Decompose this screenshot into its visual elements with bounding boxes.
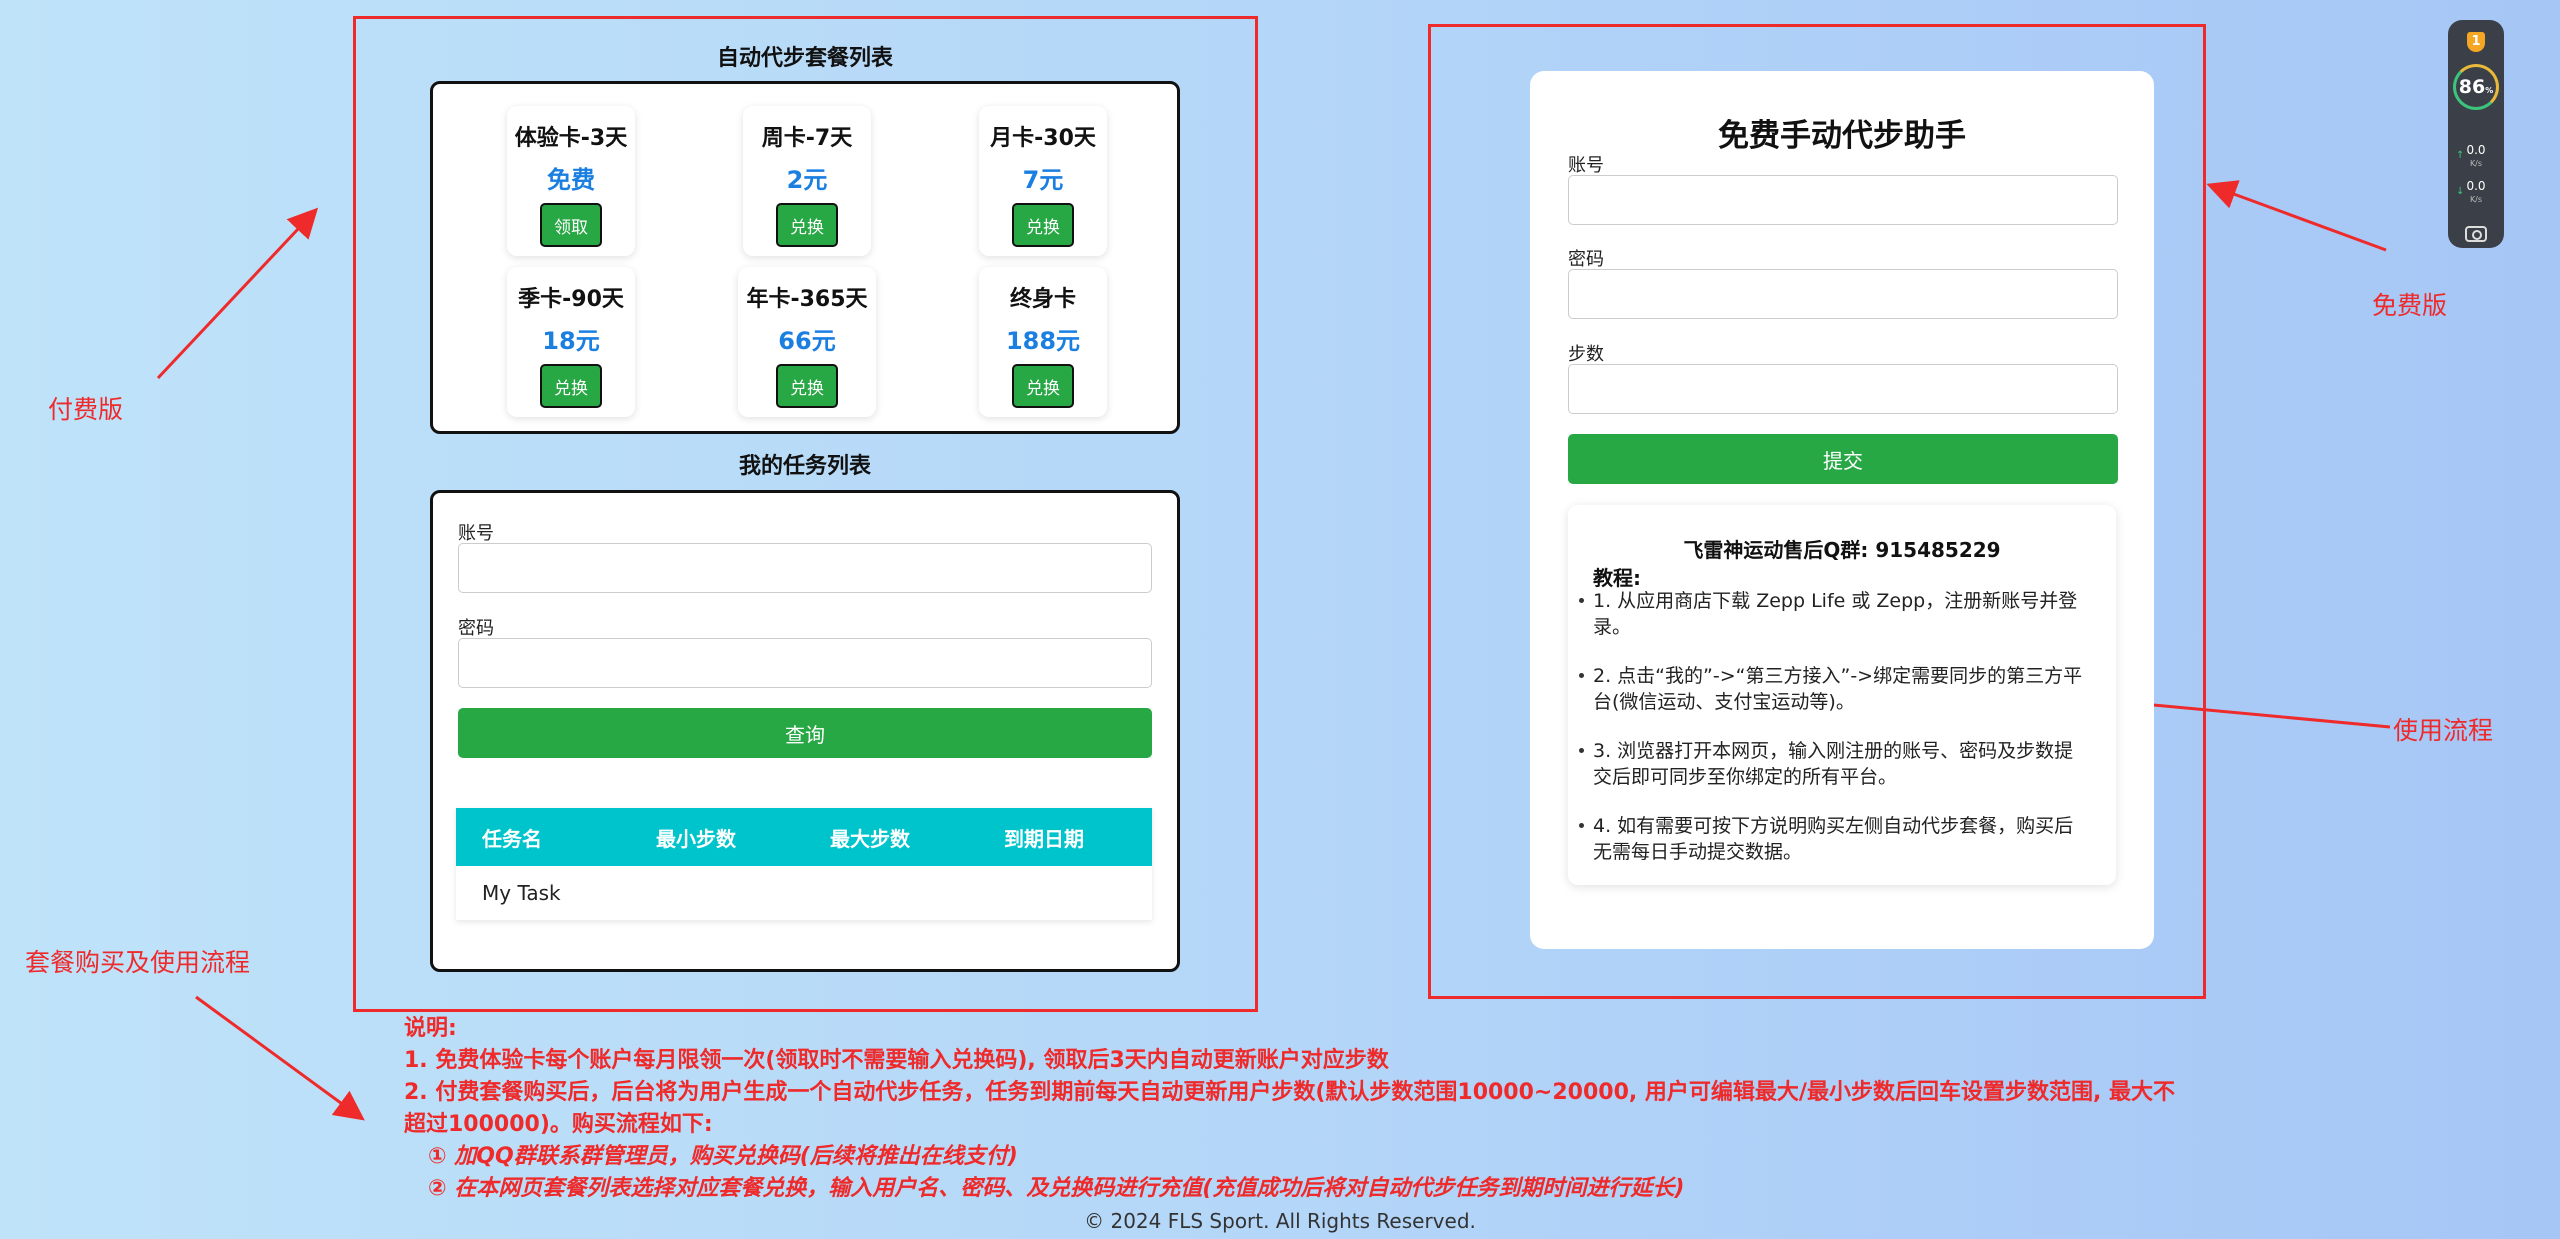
system-monitor-widget[interactable]: 1 86% ↑ 0.0 K/s ↓ 0.0 K/s <box>2448 20 2504 248</box>
purchase-flow-label: 套餐购买及使用流程 <box>25 948 251 977</box>
package-name: 季卡-90天 <box>518 287 624 312</box>
task-table: 任务名 最小步数 最大步数 到期日期 My Task <box>456 808 1152 920</box>
shield-icon[interactable]: 1 <box>2467 32 2485 52</box>
purchase-flow-arrow <box>195 995 365 1121</box>
package-price: 免费 <box>547 166 595 194</box>
package-card: 月卡-30天 7元 兑换 <box>979 106 1107 256</box>
notes-title: 说明: <box>404 1016 457 1041</box>
download-unit: K/s <box>2469 195 2483 204</box>
package-name: 月卡-30天 <box>990 126 1096 151</box>
package-name: 体验卡-3天 <box>514 126 628 151</box>
package-card: 季卡-90天 18元 兑换 <box>507 267 635 417</box>
upload-unit: K/s <box>2469 159 2483 168</box>
task-account-input[interactable] <box>458 543 1152 593</box>
task-account-label: 账号 <box>458 523 494 544</box>
query-button[interactable]: 查询 <box>458 708 1152 758</box>
download-speed: 0.0 K/s <box>2448 180 2504 206</box>
column-header: 最大步数 <box>830 826 910 851</box>
notes-item: 1. 免费体验卡每个账户每月限领一次(领取时不需要输入兑换码), 领取后3天内自… <box>404 1048 1389 1073</box>
free-arrow <box>2206 180 2387 252</box>
submit-button[interactable]: 提交 <box>1568 434 2118 484</box>
free-steps-label: 步数 <box>1568 344 1604 365</box>
free-account-input[interactable] <box>1568 175 2118 225</box>
package-name: 周卡-7天 <box>761 126 853 151</box>
package-card: 周卡-7天 2元 兑换 <box>743 106 871 256</box>
table-row[interactable]: My Task <box>456 866 1152 920</box>
cpu-unit: % <box>2485 85 2494 95</box>
notes-step: ① 加QQ群联系群管理员，购买兑换码(后续将推出在线支付) <box>428 1144 1018 1169</box>
packages-card: 体验卡-3天 免费 领取 周卡-7天 2元 兑换 月卡-30天 7元 兑换 季卡… <box>430 81 1180 434</box>
usage-flow-label: 使用流程 <box>2393 716 2494 745</box>
package-price: 7元 <box>1022 166 1064 194</box>
upload-speed: 0.0 K/s <box>2448 144 2504 170</box>
package-price: 66元 <box>778 327 836 355</box>
task-table-header: 任务名 最小步数 最大步数 到期日期 <box>456 808 1152 866</box>
notes-step: ② 在本网页套餐列表选择对应套餐兑换，输入用户名、密码、及兑换码进行充值(充值成… <box>428 1176 1685 1201</box>
column-header: 最小步数 <box>656 826 736 851</box>
notes-item: 2. 付费套餐购买后，后台将为用户生成一个自动代步任务，任务到期前每天自动更新用… <box>404 1080 2175 1137</box>
package-price: 188元 <box>1005 327 1081 355</box>
notes: 说明: 1. 免费体验卡每个账户每月限领一次(领取时不需要输入兑换码), 领取后… <box>404 1013 2184 1205</box>
claim-button[interactable]: 领取 <box>540 203 602 247</box>
task-password-input[interactable] <box>458 638 1152 688</box>
cpu-ring: 86% <box>2453 64 2499 110</box>
package-price: 2元 <box>786 166 828 194</box>
paid-arrow <box>156 207 319 380</box>
package-card: 年卡-365天 66元 兑换 <box>738 267 876 417</box>
redeem-button[interactable]: 兑换 <box>776 203 838 247</box>
download-value: 0.0 <box>2466 179 2486 193</box>
free-label: 免费版 <box>2372 291 2448 320</box>
camera-icon[interactable] <box>2465 226 2487 242</box>
free-account-label: 账号 <box>1568 155 1604 176</box>
package-price: 18元 <box>542 327 600 355</box>
package-name: 终身卡 <box>1009 287 1076 312</box>
free-title: 免费手动代步助手 <box>1718 118 1966 154</box>
column-header: 到期日期 <box>1004 826 1084 851</box>
guide-steps: 1. 从应用商店下载 Zepp Life 或 Zepp，注册新账号并登录。 2.… <box>1579 588 2089 888</box>
guide-step: 4. 如有需要可按下方说明购买左侧自动代步套餐，购买后无需每日手动提交数据。 <box>1579 813 2089 865</box>
upload-value: 0.0 <box>2466 143 2486 157</box>
tasks-title: 我的任务列表 <box>738 454 871 479</box>
cpu-value: 86 <box>2458 76 2486 98</box>
paid-label: 付费版 <box>48 395 124 424</box>
guide-step: 1. 从应用商店下载 Zepp Life 或 Zepp，注册新账号并登录。 <box>1579 588 2089 640</box>
free-password-label: 密码 <box>1568 249 1604 270</box>
redeem-button[interactable]: 兑换 <box>1012 203 1074 247</box>
packages-title: 自动代步套餐列表 <box>716 46 893 71</box>
redeem-button[interactable]: 兑换 <box>776 364 838 408</box>
guide-heading: 教程: <box>1593 566 1641 590</box>
footer: © 2024 FLS Sport. All Rights Reserved. <box>1084 1209 1476 1233</box>
package-name: 年卡-365天 <box>746 287 868 312</box>
guide-step: 2. 点击“我的”->“第三方接入”->绑定需要同步的第三方平台(微信运动、支付… <box>1579 663 2089 715</box>
package-card: 终身卡 188元 兑换 <box>979 267 1107 417</box>
guide-step: 3. 浏览器打开本网页，输入刚注册的账号、密码及步数提交后即可同步至你绑定的所有… <box>1579 738 2089 790</box>
redeem-button[interactable]: 兑换 <box>540 364 602 408</box>
task-password-label: 密码 <box>458 618 494 639</box>
qq-group: 飞雷神运动售后Q群: 915485229 <box>1683 538 2001 562</box>
free-steps-input[interactable] <box>1568 364 2118 414</box>
free-password-input[interactable] <box>1568 269 2118 319</box>
package-card: 体验卡-3天 免费 领取 <box>507 106 635 256</box>
redeem-button[interactable]: 兑换 <box>1012 364 1074 408</box>
column-header: 任务名 <box>482 826 542 851</box>
task-name-cell: My Task <box>482 881 561 905</box>
